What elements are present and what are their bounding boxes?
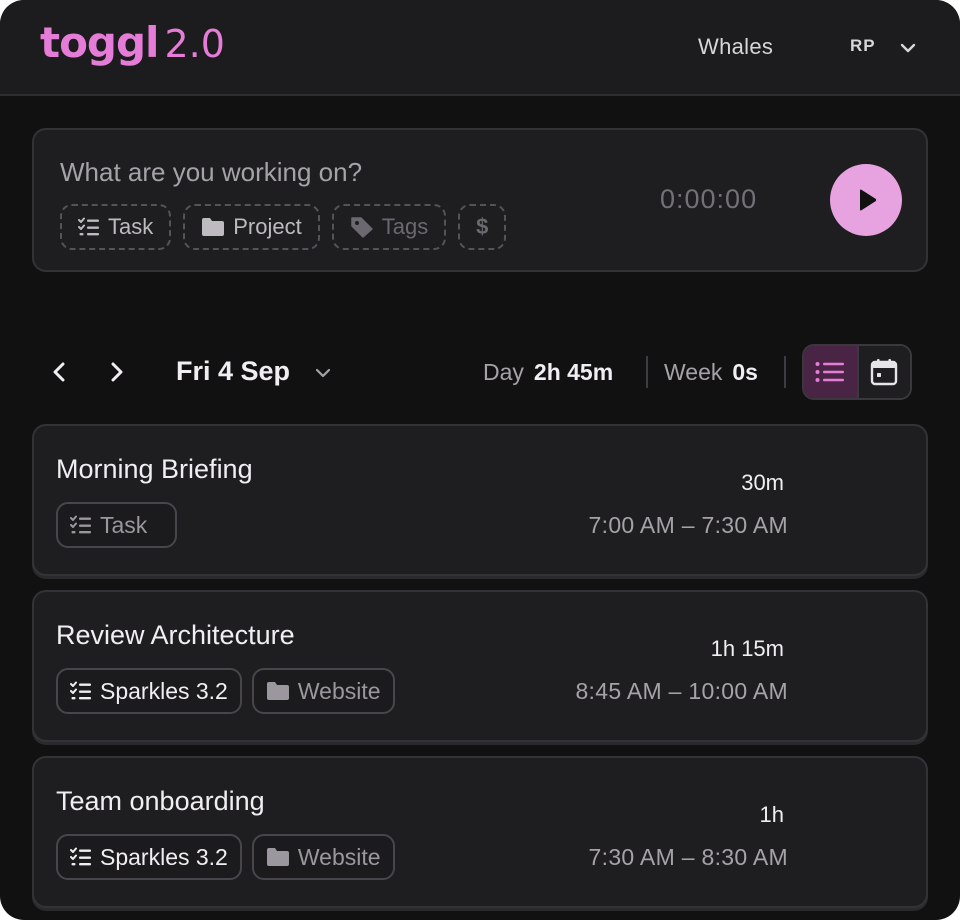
entry-task-chip[interactable]: Sparkles 3.2 [56,834,242,880]
logo-word: toggl [40,18,159,67]
entry-task-chip[interactable]: Task [56,502,178,548]
stat-divider [646,356,648,388]
logo-version: 2.0 [164,22,225,66]
entry-task-label: Sparkles 3.2 [100,677,228,704]
chevron-down-icon[interactable] [312,362,334,384]
checklist-icon [70,515,91,534]
tag-icon [350,217,373,238]
time-entry[interactable]: Morning Briefing Task 30m 7:00 AM – 7:30… [32,424,928,576]
folder-icon [202,218,225,236]
day-total: Day 2h 45m [483,359,613,386]
billable-chip[interactable]: $ [458,204,507,250]
entry-project-label: Website [297,677,381,704]
timer-elapsed: 0:00:00 [660,184,758,214]
entry-chips: Sparkles 3.2 Website [56,834,395,880]
project-chip-label: Project [233,214,302,239]
list-view-button[interactable] [804,346,857,398]
checklist-icon [70,681,91,700]
dollar-icon: $ [476,214,489,239]
checklist-icon [70,847,91,866]
time-entry[interactable]: Review Architecture Sparkles 3.2 Website [32,590,928,742]
folder-icon [266,682,289,700]
stat-divider [784,356,786,388]
day-total-label: Day [483,359,524,385]
entry-chips: Task [56,502,178,548]
entry-duration: 1h [759,802,784,827]
start-timer-button[interactable] [830,164,902,236]
day-total-value: 2h 45m [533,359,614,385]
timer-card: Task Project Tags $ 0:00:00 [32,128,928,272]
entry-time-range: 7:30 AM – 8:30 AM [588,844,788,870]
date-navigation-bar: Fri 4 Sep Day 2h 45m Week 0s [32,344,928,400]
entry-duration: 30m [741,470,784,495]
task-chip-label: Task [108,214,154,239]
timer-chip-row: Task Project Tags $ [60,204,507,250]
list-icon [815,362,845,382]
entry-task-label: Task [100,511,148,538]
calendar-icon [871,359,898,386]
folder-icon [266,848,289,866]
entry-title: Morning Briefing [56,454,253,484]
entry-title: Review Architecture [56,620,295,650]
entry-project-label: Website [297,843,381,870]
tags-chip-label: Tags [381,214,429,239]
entry-task-label: Sparkles 3.2 [100,843,228,870]
task-chip[interactable]: Task [60,204,172,250]
week-total-value: 0s [732,359,758,385]
chevron-left-icon[interactable] [46,358,74,386]
week-total-label: Week [664,359,723,385]
chevron-right-icon[interactable] [102,358,130,386]
current-date[interactable]: Fri 4 Sep [176,356,290,387]
user-avatar[interactable]: RP [850,36,876,56]
entry-duration: 1h 15m [710,636,784,661]
toggl-logo[interactable]: toggl 2.0 [40,18,225,74]
view-toggle [802,344,912,400]
play-icon [860,189,877,211]
project-chip[interactable]: Project [183,204,320,250]
entry-task-chip[interactable]: Sparkles 3.2 [56,668,242,714]
time-entry[interactable]: Team onboarding Sparkles 3.2 Website 1h … [32,756,928,908]
workspace-switcher[interactable]: Whales [698,34,773,60]
entry-project-chip[interactable]: Website [251,668,395,714]
tags-chip[interactable]: Tags [331,204,447,250]
entry-title: Team onboarding [56,786,265,816]
app-window: toggl 2.0 Whales RP Task [0,0,960,920]
description-input[interactable] [60,154,620,190]
checklist-icon [78,217,99,236]
entry-time-range: 8:45 AM – 10:00 AM [575,678,788,704]
chevron-down-icon[interactable] [898,38,918,58]
entry-time-range: 7:00 AM – 7:30 AM [588,512,788,538]
entry-project-chip[interactable]: Website [251,834,395,880]
calendar-view-button[interactable] [856,346,910,398]
top-bar: toggl 2.0 Whales RP [0,0,960,96]
entry-chips: Sparkles 3.2 Website [56,668,395,714]
week-total: Week 0s [664,359,758,386]
